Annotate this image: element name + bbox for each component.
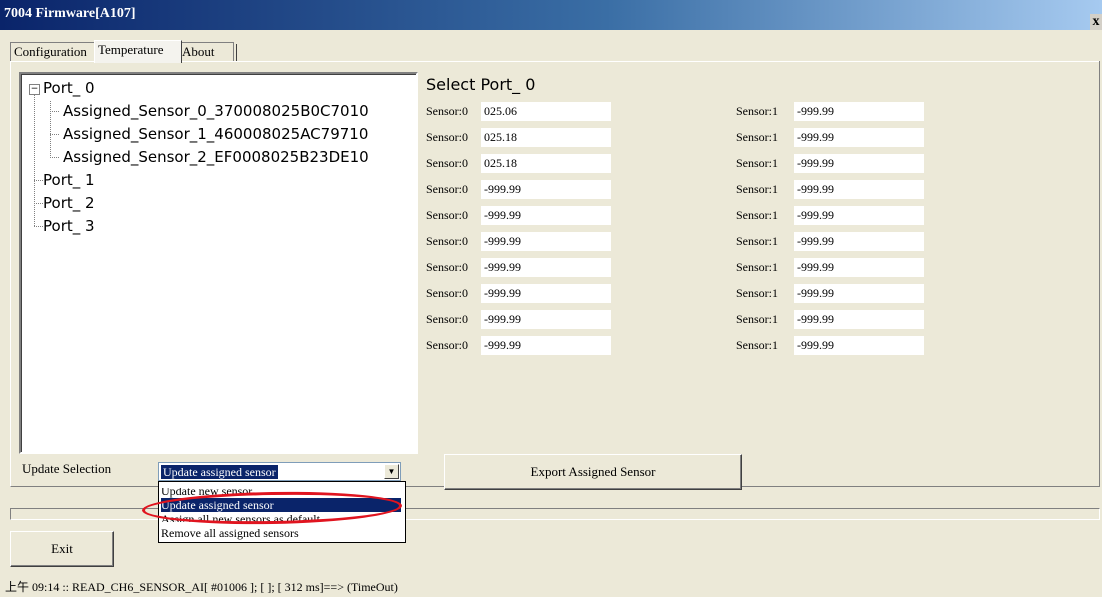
tab-temperature[interactable]: Temperature xyxy=(94,40,182,63)
exit-button[interactable]: Exit xyxy=(10,531,114,567)
sensor0-value-field[interactable]: 025.18 xyxy=(481,154,611,173)
sensor1-label: Sensor:1 xyxy=(736,104,778,118)
sensor0-label: Sensor:0 xyxy=(426,182,468,196)
sensor0-label: Sensor:0 xyxy=(426,104,468,118)
sensor1-label: Sensor:1 xyxy=(736,208,778,222)
port-tree[interactable]: − Port_ 0 Assigned_Sensor_0_370008025B0C… xyxy=(19,72,418,454)
sensor0-value-field[interactable]: -999.99 xyxy=(481,180,611,199)
tree-node-port-2[interactable]: Port_ 2 xyxy=(43,194,95,212)
sensor1-label: Sensor:1 xyxy=(736,338,778,352)
tree-line xyxy=(34,95,35,227)
sensor1-value-field[interactable]: -999.99 xyxy=(794,180,924,199)
sensor1-value-field[interactable]: -999.99 xyxy=(794,102,924,121)
tree-node-port-0[interactable]: Port_ 0 xyxy=(43,79,95,97)
close-button[interactable]: x xyxy=(1090,14,1102,30)
select-port-title: Select Port_ 0 xyxy=(426,75,536,94)
sensor1-value-field[interactable]: -999.99 xyxy=(794,284,924,303)
sensor0-value-field[interactable]: -999.99 xyxy=(481,206,611,225)
sensor1-label: Sensor:1 xyxy=(736,286,778,300)
export-assigned-sensor-button[interactable]: Export Assigned Sensor xyxy=(444,454,742,490)
sensor0-value-field[interactable]: -999.99 xyxy=(481,232,611,251)
tree-line xyxy=(50,111,60,112)
title-bar: 7004 Firmware[A107] x xyxy=(0,0,1102,30)
sensor1-value-field[interactable]: -999.99 xyxy=(794,310,924,329)
sensor1-label: Sensor:1 xyxy=(736,156,778,170)
status-text: 上午 09:14 :: READ_CH6_SENSOR_AI[ #01006 ]… xyxy=(5,580,398,594)
tree-line xyxy=(50,101,51,157)
tree-line xyxy=(50,134,60,135)
tree-line xyxy=(50,157,60,158)
combo-selected-text: Update assigned sensor xyxy=(161,465,278,479)
sensor0-label: Sensor:0 xyxy=(426,130,468,144)
sensor1-value-field[interactable]: -999.99 xyxy=(794,128,924,147)
sensor1-label: Sensor:1 xyxy=(736,312,778,326)
tab-about[interactable]: About xyxy=(178,42,234,61)
sensor0-value-field[interactable]: -999.99 xyxy=(481,310,611,329)
dropdown-option-remove-all[interactable]: Remove all assigned sensors xyxy=(161,526,299,540)
sensor0-value-field[interactable]: -999.99 xyxy=(481,258,611,277)
update-selection-combo[interactable]: Update assigned sensor ▼ xyxy=(158,462,401,481)
sensor0-value-field[interactable]: 025.18 xyxy=(481,128,611,147)
sensor0-label: Sensor:0 xyxy=(426,312,468,326)
collapse-icon[interactable]: − xyxy=(29,84,40,95)
sensor0-value-field[interactable]: -999.99 xyxy=(481,336,611,355)
sensor0-label: Sensor:0 xyxy=(426,286,468,300)
sensor1-value-field[interactable]: -999.99 xyxy=(794,258,924,277)
sensor0-label: Sensor:0 xyxy=(426,338,468,352)
sensor0-label: Sensor:0 xyxy=(426,260,468,274)
tree-node-sensor-0[interactable]: Assigned_Sensor_0_370008025B0C7010 xyxy=(63,102,369,120)
tree-node-port-3[interactable]: Port_ 3 xyxy=(43,217,95,235)
sensor0-value-field[interactable]: 025.06 xyxy=(481,102,611,121)
sensor0-label: Sensor:0 xyxy=(426,208,468,222)
tab-divider-right xyxy=(236,44,237,61)
sensor1-label: Sensor:1 xyxy=(736,130,778,144)
window-title: 7004 Firmware[A107] xyxy=(4,6,136,21)
sensor0-label: Sensor:0 xyxy=(426,234,468,248)
sensor1-value-field[interactable]: -999.99 xyxy=(794,206,924,225)
tree-node-sensor-2[interactable]: Assigned_Sensor_2_EF0008025B23DE10 xyxy=(63,148,369,166)
tree-node-sensor-1[interactable]: Assigned_Sensor_1_460008025AC79710 xyxy=(63,125,368,143)
sensor1-label: Sensor:1 xyxy=(736,234,778,248)
sensor1-value-field[interactable]: -999.99 xyxy=(794,154,924,173)
sensor1-label: Sensor:1 xyxy=(736,260,778,274)
sensor1-value-field[interactable]: -999.99 xyxy=(794,336,924,355)
chevron-down-icon[interactable]: ▼ xyxy=(384,464,399,479)
sensor0-label: Sensor:0 xyxy=(426,156,468,170)
update-selection-label: Update Selection xyxy=(22,461,112,476)
tab-configuration[interactable]: Configuration xyxy=(10,42,98,61)
sensor0-value-field[interactable]: -999.99 xyxy=(481,284,611,303)
sensor1-label: Sensor:1 xyxy=(736,182,778,196)
sensor1-value-field[interactable]: -999.99 xyxy=(794,232,924,251)
tree-node-port-1[interactable]: Port_ 1 xyxy=(43,171,95,189)
